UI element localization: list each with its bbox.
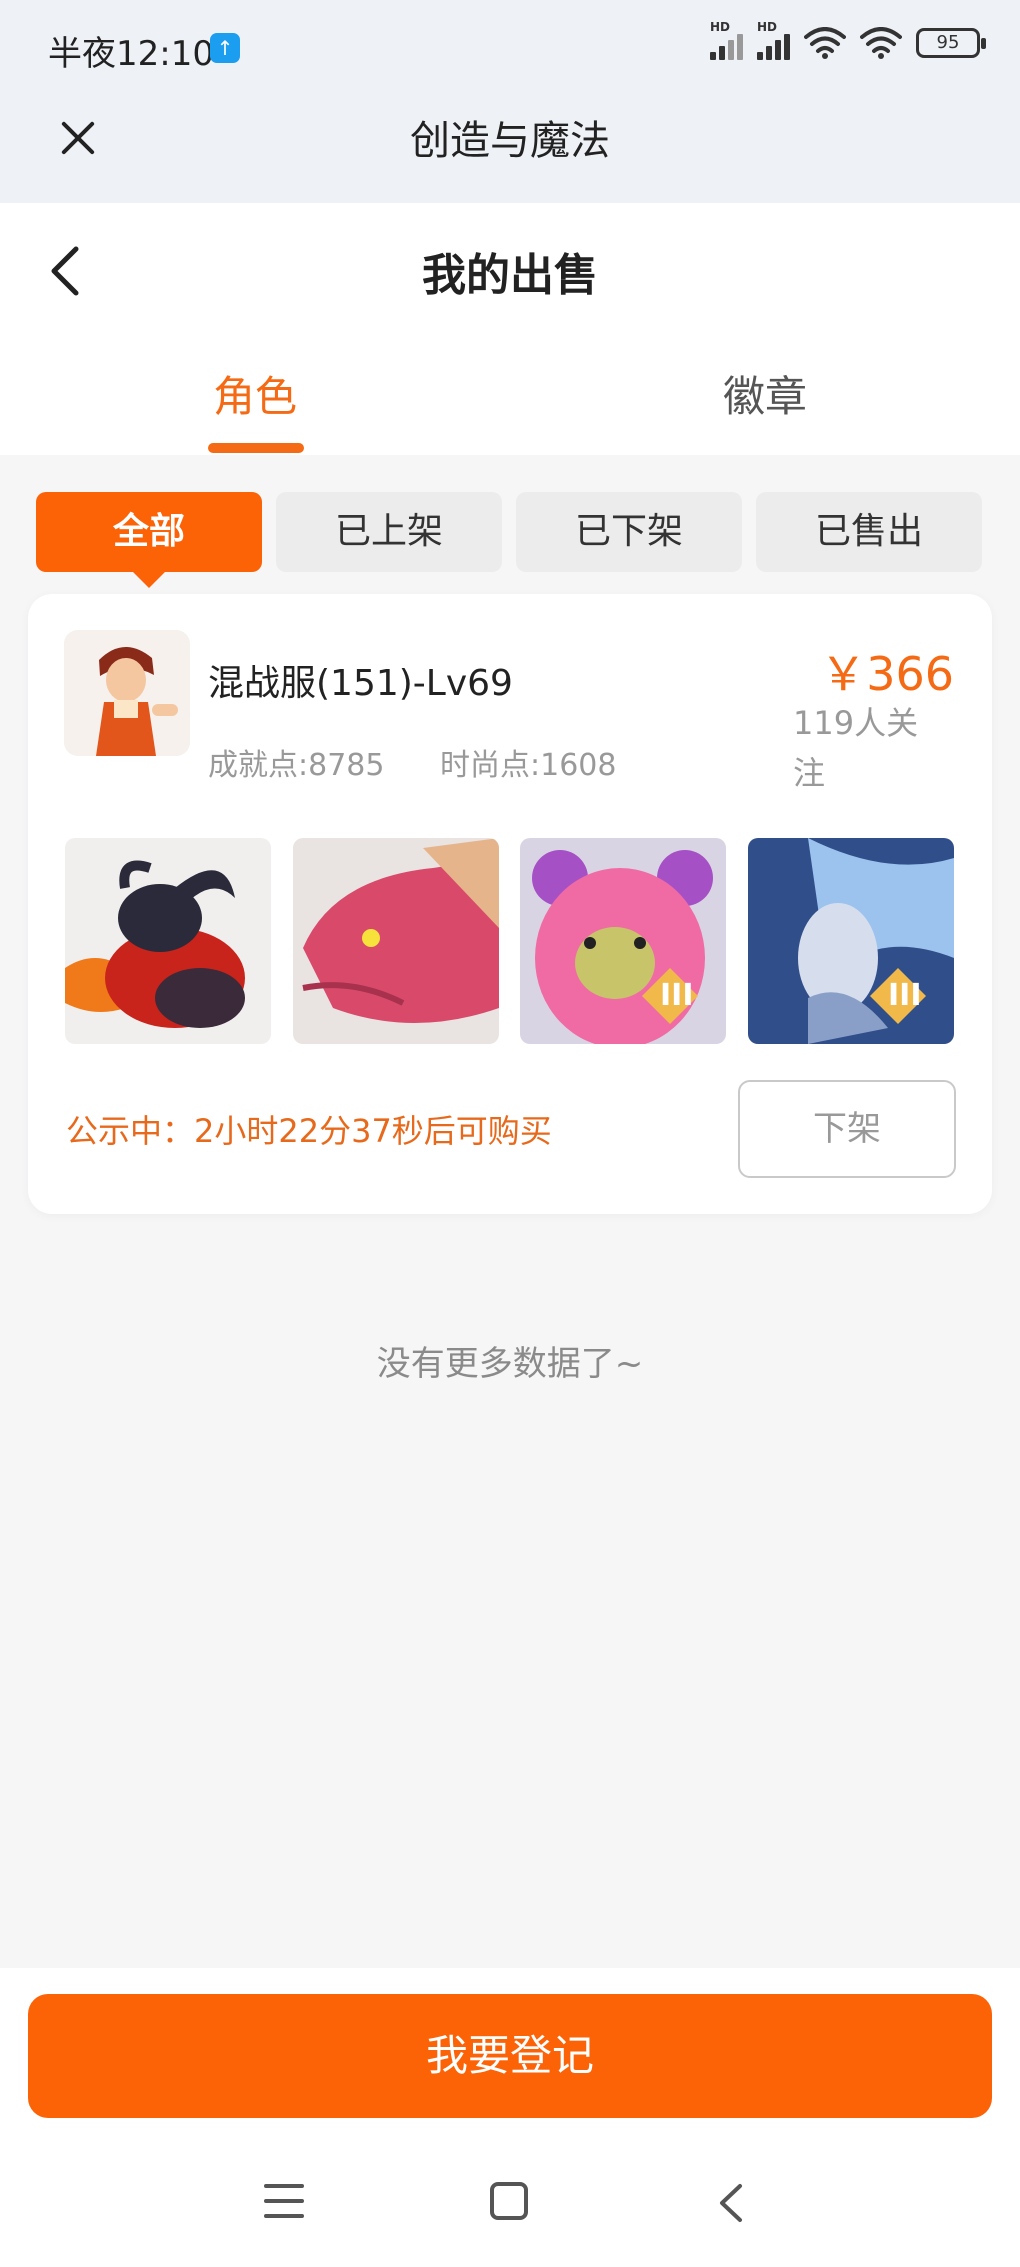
filter-all[interactable]: 全部 (36, 492, 262, 588)
achievement-points: 成就点:8785 (208, 748, 385, 783)
no-more-data: 没有更多数据了~ (376, 1344, 644, 1384)
pink-bear-pet-thumbnail[interactable]: III (520, 838, 726, 1044)
filter-delisted[interactable]: 已下架 (516, 492, 742, 572)
character-avatar (64, 630, 190, 756)
signal-icon: HD (757, 20, 790, 60)
black-ram-mount-thumbnail[interactable] (65, 838, 271, 1044)
publicity-notice: 公示中：2小时22分37秒后可购买 (66, 1112, 552, 1150)
ice-dragon-mount-thumbnail[interactable]: III (748, 838, 954, 1044)
menu-icon[interactable] (264, 2184, 304, 2224)
home-icon[interactable] (490, 2182, 528, 2220)
tier-badge: III (660, 978, 694, 1013)
active-tab-indicator (208, 443, 304, 453)
app-title: 创造与魔法 (410, 118, 610, 164)
signal-icon: HD (710, 20, 743, 60)
follower-count: 119人关注 (793, 704, 919, 792)
back-nav-icon[interactable] (712, 2180, 752, 2226)
upload-icon: ↑ (210, 33, 240, 63)
filter-sold[interactable]: 已售出 (756, 492, 982, 572)
pink-dragon-head-thumbnail[interactable] (293, 838, 499, 1044)
battery-icon: 95 (916, 28, 986, 58)
wifi-icon (804, 27, 846, 59)
register-button[interactable]: 我要登记 (28, 1994, 992, 2118)
status-icons: HD HD 95 (710, 20, 986, 60)
delist-button[interactable]: 下架 (738, 1080, 956, 1178)
wifi-icon (860, 27, 902, 59)
status-time: 半夜12:10 (48, 34, 214, 74)
listing-price: ￥366 (820, 647, 954, 701)
listing-name: 混战服(151)-Lv69 (208, 663, 513, 704)
tier-badge: III (888, 978, 922, 1013)
fashion-points: 时尚点:1608 (440, 748, 617, 783)
listing-card[interactable]: 混战服(151)-Lv69 成就点:8785 时尚点:1608 ￥366 119… (28, 594, 992, 1214)
tab-role[interactable]: 角色 (135, 363, 375, 424)
page-header: 我的出售 角色 徽章 (0, 203, 1020, 455)
top-bar: 半夜12:10 ↑ HD HD 95 创造与魔法 (0, 0, 1020, 203)
page-title: 我的出售 (422, 250, 598, 301)
tab-badge[interactable]: 徽章 (645, 363, 885, 424)
bottom-area: 我要登记 (0, 1968, 1020, 2267)
filter-listed[interactable]: 已上架 (276, 492, 502, 572)
